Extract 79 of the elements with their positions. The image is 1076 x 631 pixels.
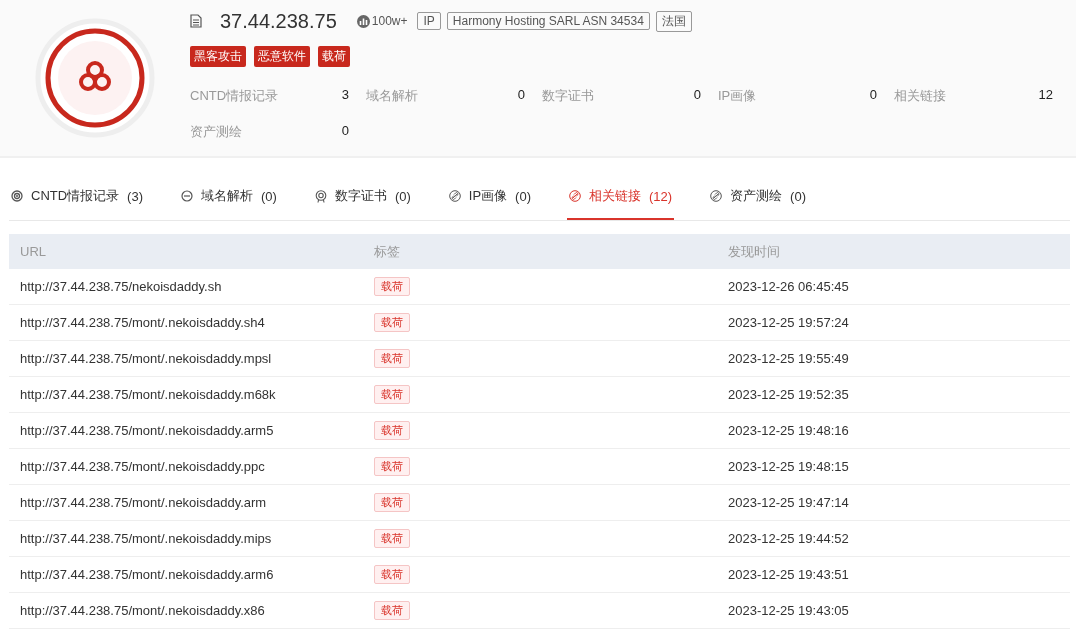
stat-value: 3 <box>340 87 349 104</box>
tab-count: (0) <box>515 188 531 204</box>
time-cell-text: 2023-12-25 19:43:51 <box>727 567 850 582</box>
heat-count: 100w+ <box>371 14 408 28</box>
tab-label: IP画像 <box>468 187 508 205</box>
tab-count: (0) <box>261 188 277 204</box>
column-header: URL <box>19 244 47 259</box>
radar-icon <box>11 190 23 202</box>
url-cell-text: http://37.44.238.75/mont/.nekoisdaddy.arm6 <box>19 567 275 582</box>
stat-label: CNTD情报记录 <box>190 87 280 105</box>
certificate-icon <box>314 189 327 203</box>
tab[interactable]: IP画像 (0) <box>446 174 533 220</box>
chart-icon <box>356 14 370 28</box>
tab-label: CNTD情报记录 <box>31 187 120 205</box>
minus-circle-icon <box>181 190 193 202</box>
payload-tag: 载荷 <box>374 457 410 476</box>
threat-tag: 黑客攻击 <box>190 46 246 67</box>
stat-value: 12 <box>1037 87 1053 104</box>
time-cell-text: 2023-12-25 19:48:16 <box>727 423 850 438</box>
stat-value: 0 <box>692 87 701 104</box>
tab-count: (0) <box>790 188 806 204</box>
payload-tag: 载荷 <box>374 277 410 296</box>
link-icon <box>448 190 461 202</box>
stat-label: 域名解析 <box>366 87 419 105</box>
tab[interactable]: 域名解析 (0) <box>179 174 279 220</box>
payload-tag: 载荷 <box>374 349 410 368</box>
time-cell-text: 2023-12-25 19:44:52 <box>727 531 850 546</box>
info-badge: Harmony Hosting SARL ASN 34534 <box>446 12 650 30</box>
stat-value: 0 <box>516 87 525 104</box>
time-cell-text: 2023-12-26 06:45:45 <box>727 279 850 294</box>
url-cell-text: http://37.44.238.75/mont/.nekoisdaddy.arm5 <box>19 423 275 438</box>
payload-tag: 载荷 <box>374 313 410 332</box>
payload-tag: 载荷 <box>374 565 410 584</box>
column-header: 标签 <box>373 242 401 261</box>
payload-tag: 载荷 <box>374 601 410 620</box>
tab[interactable]: 数字证书 (0) <box>312 174 413 220</box>
time-cell-text: 2023-12-25 19:57:24 <box>727 315 850 330</box>
tab-count: (0) <box>394 188 411 204</box>
info-badge: IP <box>417 12 441 30</box>
tab-label: 数字证书 <box>334 187 387 205</box>
info-badge: 法国 <box>655 10 692 32</box>
stat-label: 数字证书 <box>542 87 595 105</box>
payload-tag: 载荷 <box>374 529 410 548</box>
tab-count: (3) <box>127 188 143 204</box>
link-icon <box>710 190 723 202</box>
tab-count: (12) <box>648 188 673 204</box>
time-cell-text: 2023-12-25 19:47:14 <box>727 495 850 510</box>
threat-tag: 恶意软件 <box>254 46 310 67</box>
threat-tag: 载荷 <box>318 46 350 67</box>
stat-label: 相关链接 <box>894 87 947 105</box>
stat-value: 0 <box>340 123 349 140</box>
time-cell-text: 2023-12-25 19:55:49 <box>727 351 850 366</box>
time-cell-text: 2023-12-25 19:52:35 <box>727 387 850 402</box>
link-icon <box>568 190 581 202</box>
tab[interactable]: 相关链接 (12) <box>566 174 675 220</box>
ip-address: 37.44.238.75 <box>220 9 337 33</box>
tab-label: 域名解析 <box>201 187 253 205</box>
url-cell-text: http://37.44.238.75/mont/.nekoisdaddy.m68k <box>19 387 277 402</box>
payload-tag: 载荷 <box>374 493 410 512</box>
url-cell-text: http://37.44.238.75/mont/.nekoisdaddy.mips <box>19 531 273 546</box>
url-cell-text: http://37.44.238.75/mont/.nekoisdaddy.sh4 <box>19 315 266 330</box>
payload-tag: 载荷 <box>374 385 410 404</box>
url-cell-text: http://37.44.238.75/mont/.nekoisdaddy.ppc <box>19 459 266 474</box>
url-cell-text: http://37.44.238.75/mont/.nekoisdaddy.mpsl <box>19 351 273 366</box>
column-header: 发现时间 <box>727 242 781 261</box>
url-cell-text: http://37.44.238.75/nekoisdaddy.sh <box>19 279 223 294</box>
tab[interactable]: 资产测绘 (0) <box>708 174 808 220</box>
url-cell-text: http://37.44.238.75/mont/.nekoisdaddy.x86 <box>19 603 266 618</box>
tab-label: 资产测绘 <box>730 187 783 205</box>
stat-label: IP画像 <box>718 87 758 105</box>
stat-value: 0 <box>868 87 877 104</box>
time-cell-text: 2023-12-25 19:48:15 <box>727 459 850 474</box>
time-cell-text: 2023-12-25 19:43:05 <box>727 603 850 618</box>
stat-label: 资产测绘 <box>190 123 243 141</box>
tab-label: 相关链接 <box>588 187 641 205</box>
document-icon <box>190 14 202 28</box>
payload-tag: 载荷 <box>374 421 410 440</box>
url-cell-text: http://37.44.238.75/mont/.nekoisdaddy.arm <box>19 495 268 510</box>
tab[interactable]: CNTD情报记录 (3) <box>9 174 145 220</box>
